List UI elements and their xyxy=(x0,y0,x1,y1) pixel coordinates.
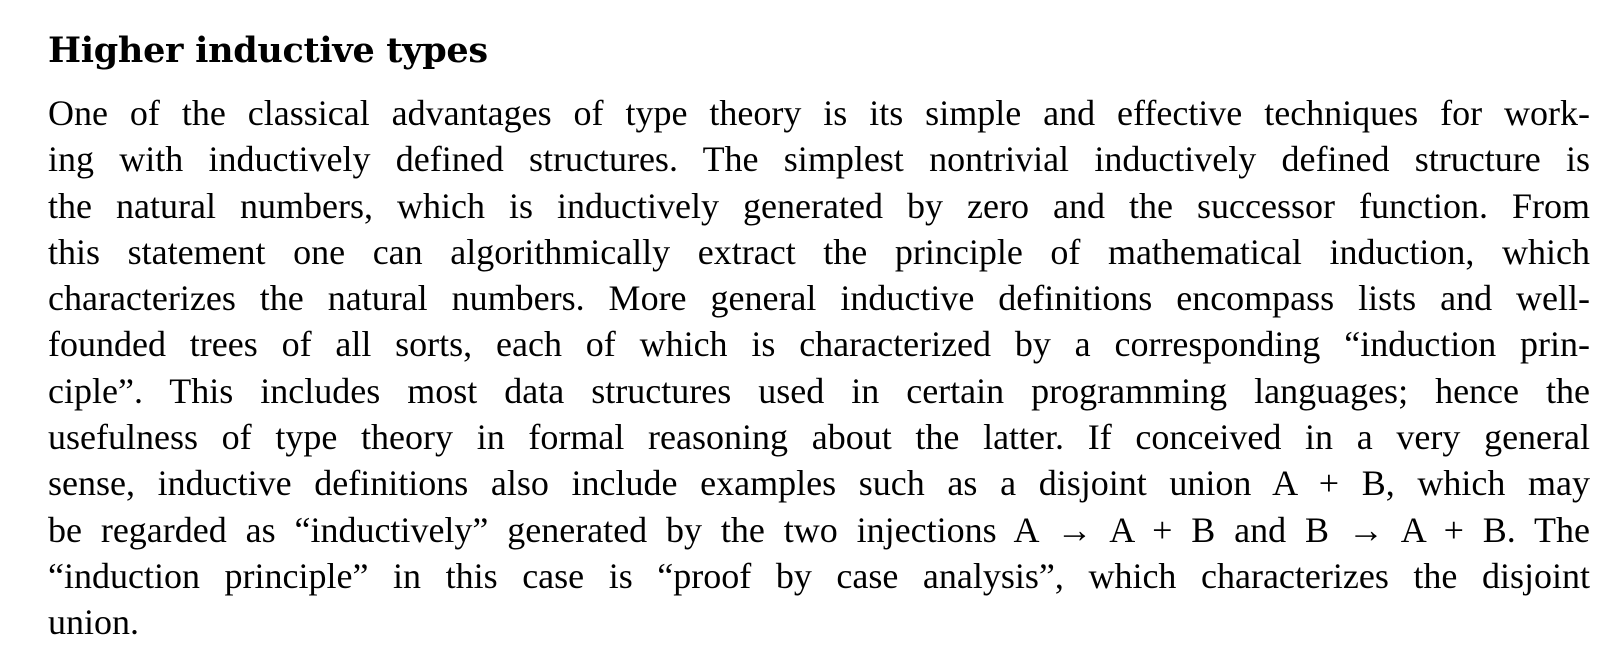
paragraph-line-10: be regarded as “inductively” generated b… xyxy=(48,509,1590,550)
paragraph-line-3: the natural numbers, which is inductivel… xyxy=(48,185,1590,226)
paragraph-line-1: One of the classical advantages of type … xyxy=(48,93,1590,133)
paragraph-line-8: usefulness of type theory in formal reas… xyxy=(48,417,1590,458)
paragraph-line-9: sense, inductive definitions also includ… xyxy=(48,463,1590,504)
document-page: Higher inductive types One of the classi… xyxy=(48,26,1590,646)
paragraph-line-6: founded trees of all sorts, each of whic… xyxy=(48,324,1590,365)
paragraph-line-4: this statement one can algorithmically e… xyxy=(48,231,1590,272)
paragraph-line-11: “induction principle” in this case is “p… xyxy=(48,555,1590,596)
paragraph-line-7: ciple”. This includes most data structur… xyxy=(48,370,1590,411)
paragraph-line-12: union. xyxy=(48,602,140,643)
section-paragraph: One of the classical advantages of type … xyxy=(48,90,1590,646)
section-heading: Higher inductive types xyxy=(48,30,488,71)
paragraph-line-2: ing with inductively defined structures.… xyxy=(48,139,1590,180)
paragraph-line-5: characterizes the natural numbers. More … xyxy=(48,278,1590,319)
